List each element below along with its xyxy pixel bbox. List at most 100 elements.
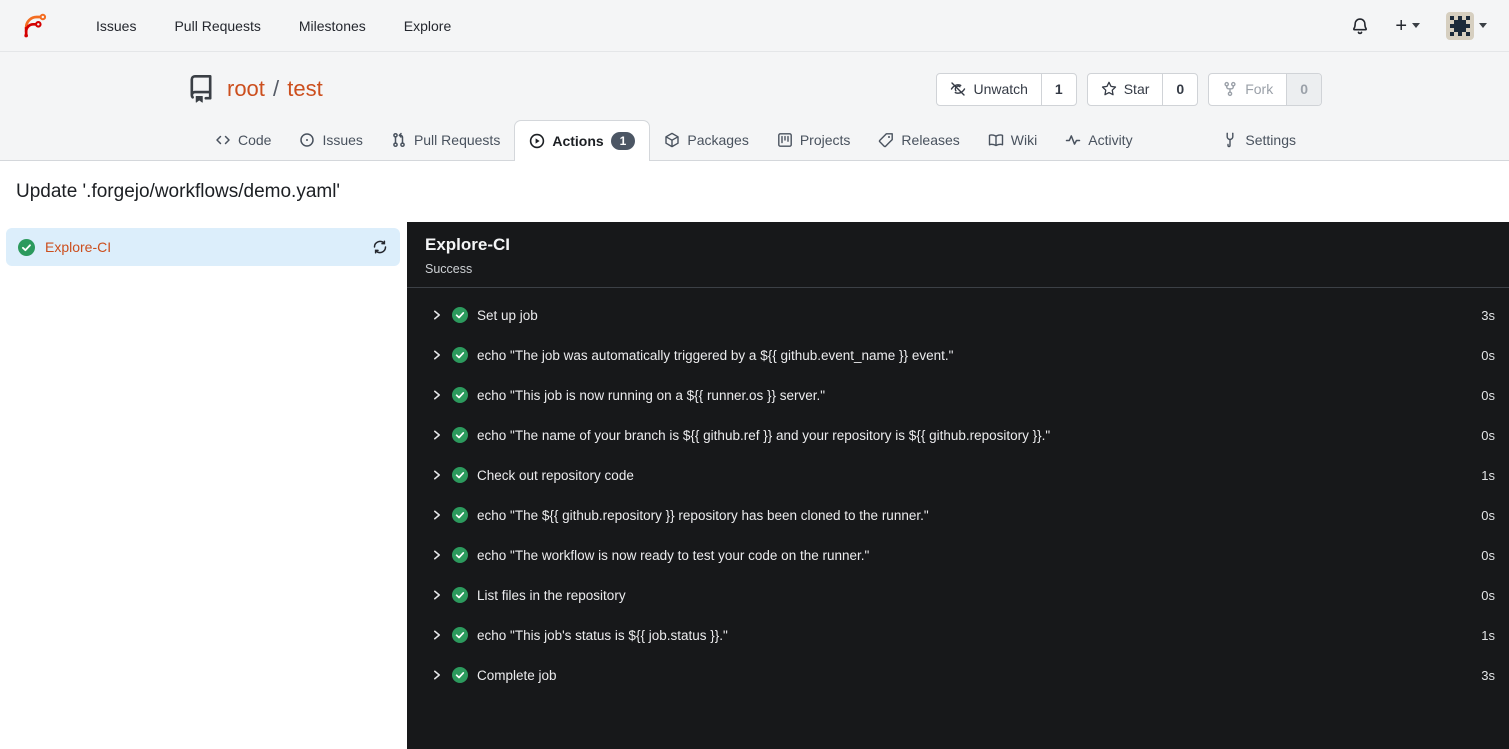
step-name: List files in the repository <box>477 587 626 603</box>
step-duration: 0s <box>1481 587 1495 603</box>
tab-issues[interactable]: Issues <box>285 120 376 160</box>
step-name: echo "The ${{ github.repository }} repos… <box>477 507 929 523</box>
chevron-right-icon <box>434 390 440 400</box>
job-log-header: Explore-CI Success <box>407 222 1509 288</box>
chevron-right-icon <box>434 590 440 600</box>
page-title: Update '.forgejo/workflows/demo.yaml' <box>16 181 341 202</box>
fork-button[interactable]: Fork 0 <box>1208 72 1322 106</box>
rerun-job-button[interactable] <box>372 239 388 255</box>
step-name: echo "The workflow is now ready to test … <box>477 547 870 563</box>
step-row[interactable]: echo "The name of your branch is ${{ git… <box>407 415 1509 455</box>
tab-actions[interactable]: Actions 1 <box>514 120 651 161</box>
user-menu-button[interactable] <box>1446 11 1487 40</box>
tab-projects[interactable]: Projects <box>763 120 865 160</box>
fork-icon <box>1224 81 1236 97</box>
actions-count-badge: 1 <box>610 131 636 151</box>
chevron-right-icon <box>434 510 440 520</box>
notifications-button[interactable] <box>1351 17 1369 35</box>
step-duration: 0s <box>1481 347 1495 363</box>
repo-header: root / test Unwatch 1 Star 0 Fork 0 Code… <box>0 52 1509 161</box>
step-row[interactable]: echo "This job's status is ${{ job.statu… <box>407 615 1509 655</box>
pulse-icon <box>1065 135 1081 145</box>
wrench-icon <box>1226 132 1234 148</box>
job-title: Explore-CI <box>425 235 511 254</box>
repo-action-buttons: Unwatch 1 Star 0 Fork 0 <box>936 72 1322 106</box>
step-row[interactable]: echo "This job is now running on a ${{ r… <box>407 375 1509 415</box>
check-circle-icon <box>452 307 468 323</box>
code-icon <box>216 135 230 145</box>
job-status: Success <box>425 262 473 276</box>
job-log-panel: Explore-CI Success Set up job 3s echo "T… <box>407 222 1509 749</box>
package-icon <box>665 132 680 148</box>
jobs-sidebar: Explore-CI <box>0 222 407 749</box>
tab-releases[interactable]: Releases <box>864 120 973 160</box>
step-row[interactable]: List files in the repository 0s <box>407 575 1509 615</box>
step-row[interactable]: echo "The ${{ github.repository }} repos… <box>407 495 1509 535</box>
tab-activity[interactable]: Activity <box>1051 120 1146 160</box>
step-duration: 0s <box>1481 507 1495 523</box>
step-duration: 0s <box>1481 427 1495 443</box>
star-icon <box>1101 81 1116 96</box>
chevron-right-icon <box>434 430 440 440</box>
chevron-right-icon <box>434 350 440 360</box>
step-name: echo "The name of your branch is ${{ git… <box>477 427 1051 443</box>
repo-tab-bar: Code Issues Pull Requests Actions 1 Pack… <box>0 120 1509 161</box>
check-circle-icon <box>452 587 468 603</box>
tab-code[interactable]: Code <box>201 120 285 160</box>
repo-owner-link[interactable]: root <box>227 76 265 101</box>
check-circle-icon <box>452 427 468 443</box>
nav-item-explore[interactable]: Explore <box>385 0 470 52</box>
forgejo-logo-icon[interactable] <box>22 11 49 41</box>
step-row[interactable]: Check out repository code 1s <box>407 455 1509 495</box>
step-list: Set up job 3s echo "The job was automati… <box>407 288 1509 695</box>
check-circle-icon <box>452 507 468 523</box>
check-circle-icon <box>452 467 468 483</box>
bell-icon <box>1353 17 1368 34</box>
step-duration: 1s <box>1481 467 1495 483</box>
check-circle-icon <box>452 547 468 563</box>
chevron-right-icon <box>434 310 440 320</box>
page-title-row: Update '.forgejo/workflows/demo.yaml' <box>0 161 1509 222</box>
star-button[interactable]: Star 0 <box>1086 72 1199 106</box>
nav-item-issues[interactable]: Issues <box>77 0 155 52</box>
step-duration: 0s <box>1481 387 1495 403</box>
watch-count[interactable]: 1 <box>1040 73 1076 105</box>
fork-count: 0 <box>1286 73 1321 105</box>
repo-name-link[interactable]: test <box>287 76 322 101</box>
nav-item-pull-requests[interactable]: Pull Requests <box>155 0 279 52</box>
step-duration: 0s <box>1481 547 1495 563</box>
star-count[interactable]: 0 <box>1162 73 1197 105</box>
repo-book-icon <box>190 75 212 103</box>
step-row[interactable]: Complete job 3s <box>407 655 1509 695</box>
tab-settings[interactable]: Settings <box>1208 120 1310 160</box>
sidebar-job-explore-ci[interactable]: Explore-CI <box>6 228 400 266</box>
tab-wiki[interactable]: Wiki <box>974 120 1051 160</box>
check-circle-icon <box>452 347 468 363</box>
chevron-right-icon <box>434 630 440 640</box>
repo-separator: / <box>273 76 280 101</box>
check-circle-icon <box>18 238 35 256</box>
nav-item-milestones[interactable]: Milestones <box>280 0 385 52</box>
run-content: Explore-CI Explore-CI Success Set up job… <box>0 222 1509 749</box>
plus-icon: + <box>1395 14 1407 37</box>
create-new-button[interactable]: + <box>1395 16 1420 36</box>
project-icon <box>777 133 792 147</box>
step-name: echo "This job is now running on a ${{ r… <box>477 387 826 403</box>
sync-icon <box>373 240 387 254</box>
book-open-icon <box>988 134 1003 147</box>
tab-packages[interactable]: Packages <box>650 120 762 160</box>
chevron-right-icon <box>434 670 440 680</box>
step-row[interactable]: echo "The workflow is now ready to test … <box>407 535 1509 575</box>
chevron-right-icon <box>434 550 440 560</box>
step-row[interactable]: Set up job 3s <box>407 295 1509 335</box>
step-duration: 3s <box>1481 667 1495 683</box>
step-name: Complete job <box>477 667 557 683</box>
step-row[interactable]: echo "The job was automatically triggere… <box>407 335 1509 375</box>
top-navbar: Issues Pull Requests Milestones Explore … <box>0 0 1509 52</box>
tab-pull-requests[interactable]: Pull Requests <box>377 120 514 160</box>
step-name: Set up job <box>477 307 538 323</box>
check-circle-icon <box>452 667 468 683</box>
unwatch-button[interactable]: Unwatch 1 <box>936 72 1077 106</box>
avatar <box>1446 11 1474 40</box>
tag-icon <box>879 133 894 148</box>
